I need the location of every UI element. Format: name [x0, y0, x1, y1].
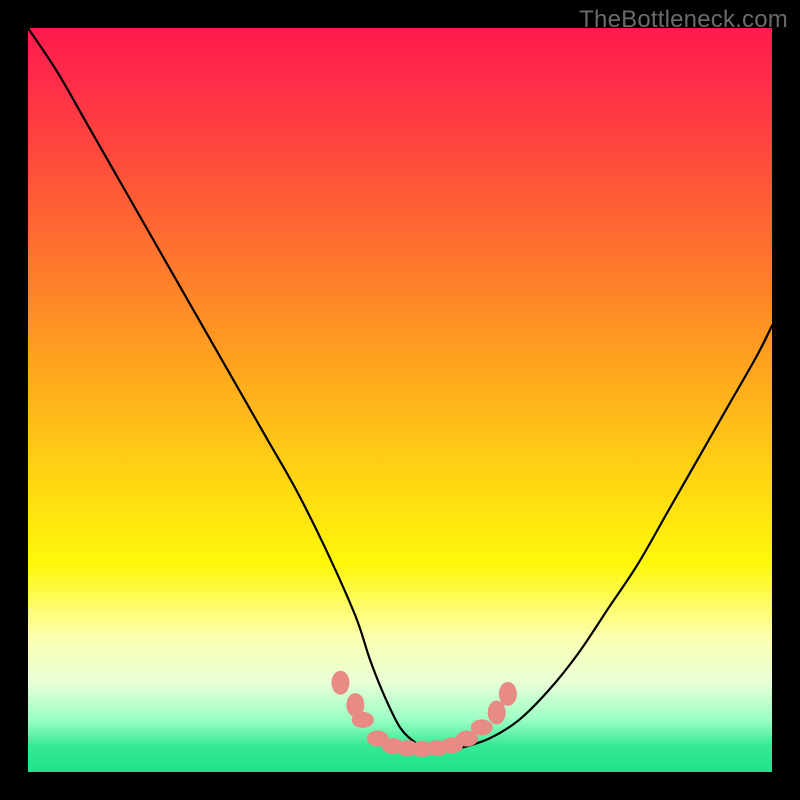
perf-marker	[471, 719, 493, 735]
curve-layer	[28, 28, 772, 750]
marker-layer	[331, 671, 516, 757]
perf-marker	[488, 700, 506, 724]
perf-marker	[331, 671, 349, 695]
chart-frame: TheBottleneck.com	[0, 0, 800, 800]
perf-marker	[499, 682, 517, 706]
plot-area	[28, 28, 772, 772]
chart-svg	[28, 28, 772, 772]
perf-marker	[352, 712, 374, 728]
bottleneck-curve	[28, 28, 772, 750]
